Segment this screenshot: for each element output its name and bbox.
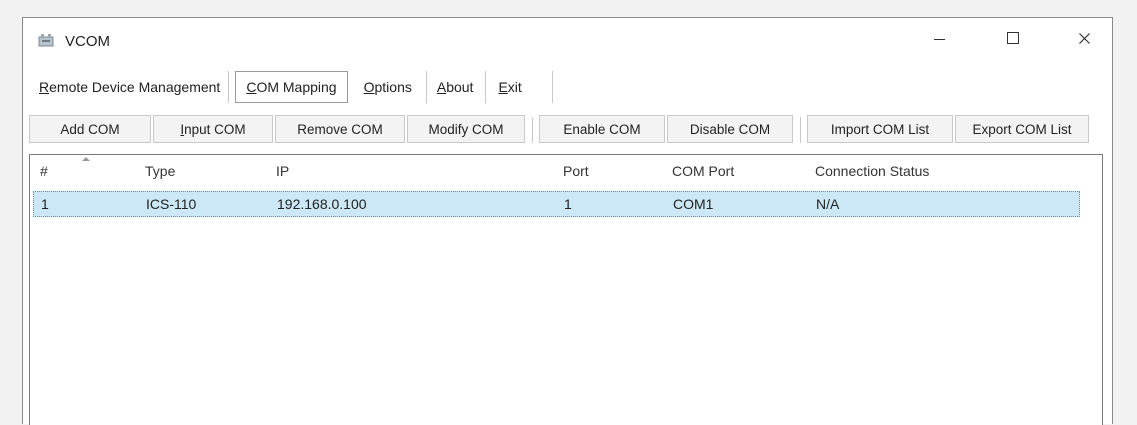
minimize-button[interactable] xyxy=(916,18,962,58)
column-header-number[interactable]: # xyxy=(40,155,48,187)
menu-about[interactable]: About xyxy=(427,71,487,103)
table-row[interactable]: 1 ICS-110 192.168.0.100 1 COM1 N/A xyxy=(33,191,1080,217)
column-header-ip[interactable]: IP xyxy=(276,155,289,187)
menu-accelerator: A xyxy=(436,79,447,95)
menu-label: ptions xyxy=(374,79,412,95)
input-com-label: nput COM xyxy=(184,121,246,137)
maximize-icon xyxy=(1007,32,1019,44)
toolbar-group-state: Enable COM Disable COM xyxy=(532,115,795,145)
export-com-list-button[interactable]: Export COM List xyxy=(955,115,1089,143)
add-com-button[interactable]: Add COM xyxy=(29,115,151,143)
sort-indicator-icon xyxy=(82,157,90,161)
menu-com-mapping[interactable]: C OM Mapping xyxy=(235,71,348,103)
cell-com-port: COM1 xyxy=(673,196,714,212)
cell-number: 1 xyxy=(41,196,49,212)
toolbar-group-list: Import COM List Export COM List xyxy=(800,115,1091,145)
menu-accelerator: O xyxy=(363,79,375,95)
cell-connection-status: N/A xyxy=(816,196,840,212)
menu-accelerator: C xyxy=(246,79,257,95)
app-icon xyxy=(38,33,54,47)
cell-port: 1 xyxy=(564,196,572,212)
menu-options[interactable]: Options xyxy=(350,71,427,103)
column-header-com-port[interactable]: COM Port xyxy=(672,155,734,187)
menu-accelerator: E xyxy=(498,79,508,95)
menu-exit[interactable]: Exit xyxy=(486,71,553,103)
cell-type: ICS-110 xyxy=(146,196,197,212)
input-com-button[interactable]: Input COM xyxy=(153,115,273,143)
com-mapping-list[interactable]: # Type IP Port COM Port Connection Statu… xyxy=(29,154,1103,425)
list-header: # Type IP Port COM Port Connection Statu… xyxy=(30,155,1102,187)
column-header-connection-status[interactable]: Connection Status xyxy=(815,155,929,187)
maximize-button[interactable] xyxy=(990,18,1036,58)
import-com-list-button[interactable]: Import COM List xyxy=(807,115,953,143)
column-header-type[interactable]: Type xyxy=(145,155,175,187)
window-title: VCOM xyxy=(65,33,110,50)
menu-remote-device-management[interactable]: Remote Device Management xyxy=(31,71,230,103)
cell-ip: 192.168.0.100 xyxy=(277,196,367,212)
menu-label: xit xyxy=(507,79,522,95)
column-header-port[interactable]: Port xyxy=(563,155,589,187)
menu-label: emote Device Management xyxy=(49,79,221,95)
modify-com-button[interactable]: Modify COM xyxy=(407,115,525,143)
disable-com-button[interactable]: Disable COM xyxy=(667,115,793,143)
minimize-icon xyxy=(933,38,945,40)
title-bar[interactable]: VCOM xyxy=(23,18,1112,62)
close-icon xyxy=(1078,32,1090,44)
menu-label: bout xyxy=(446,79,474,95)
close-button[interactable] xyxy=(1061,18,1107,58)
menu-label: OM Mapping xyxy=(256,79,337,95)
menu-bar: Remote Device Management C OM Mapping Opt… xyxy=(31,71,553,103)
toolbar-group-edit: Add COM Input COM Remove COM Modify COM xyxy=(29,115,527,145)
menu-accelerator: R xyxy=(39,79,50,95)
remove-com-button[interactable]: Remove COM xyxy=(275,115,405,143)
vcom-window: VCOM Remote Device Management C OM Mappin… xyxy=(22,17,1113,425)
enable-com-button[interactable]: Enable COM xyxy=(539,115,665,143)
toolbar: Add COM Input COM Remove COM Modify COM … xyxy=(29,115,1103,145)
